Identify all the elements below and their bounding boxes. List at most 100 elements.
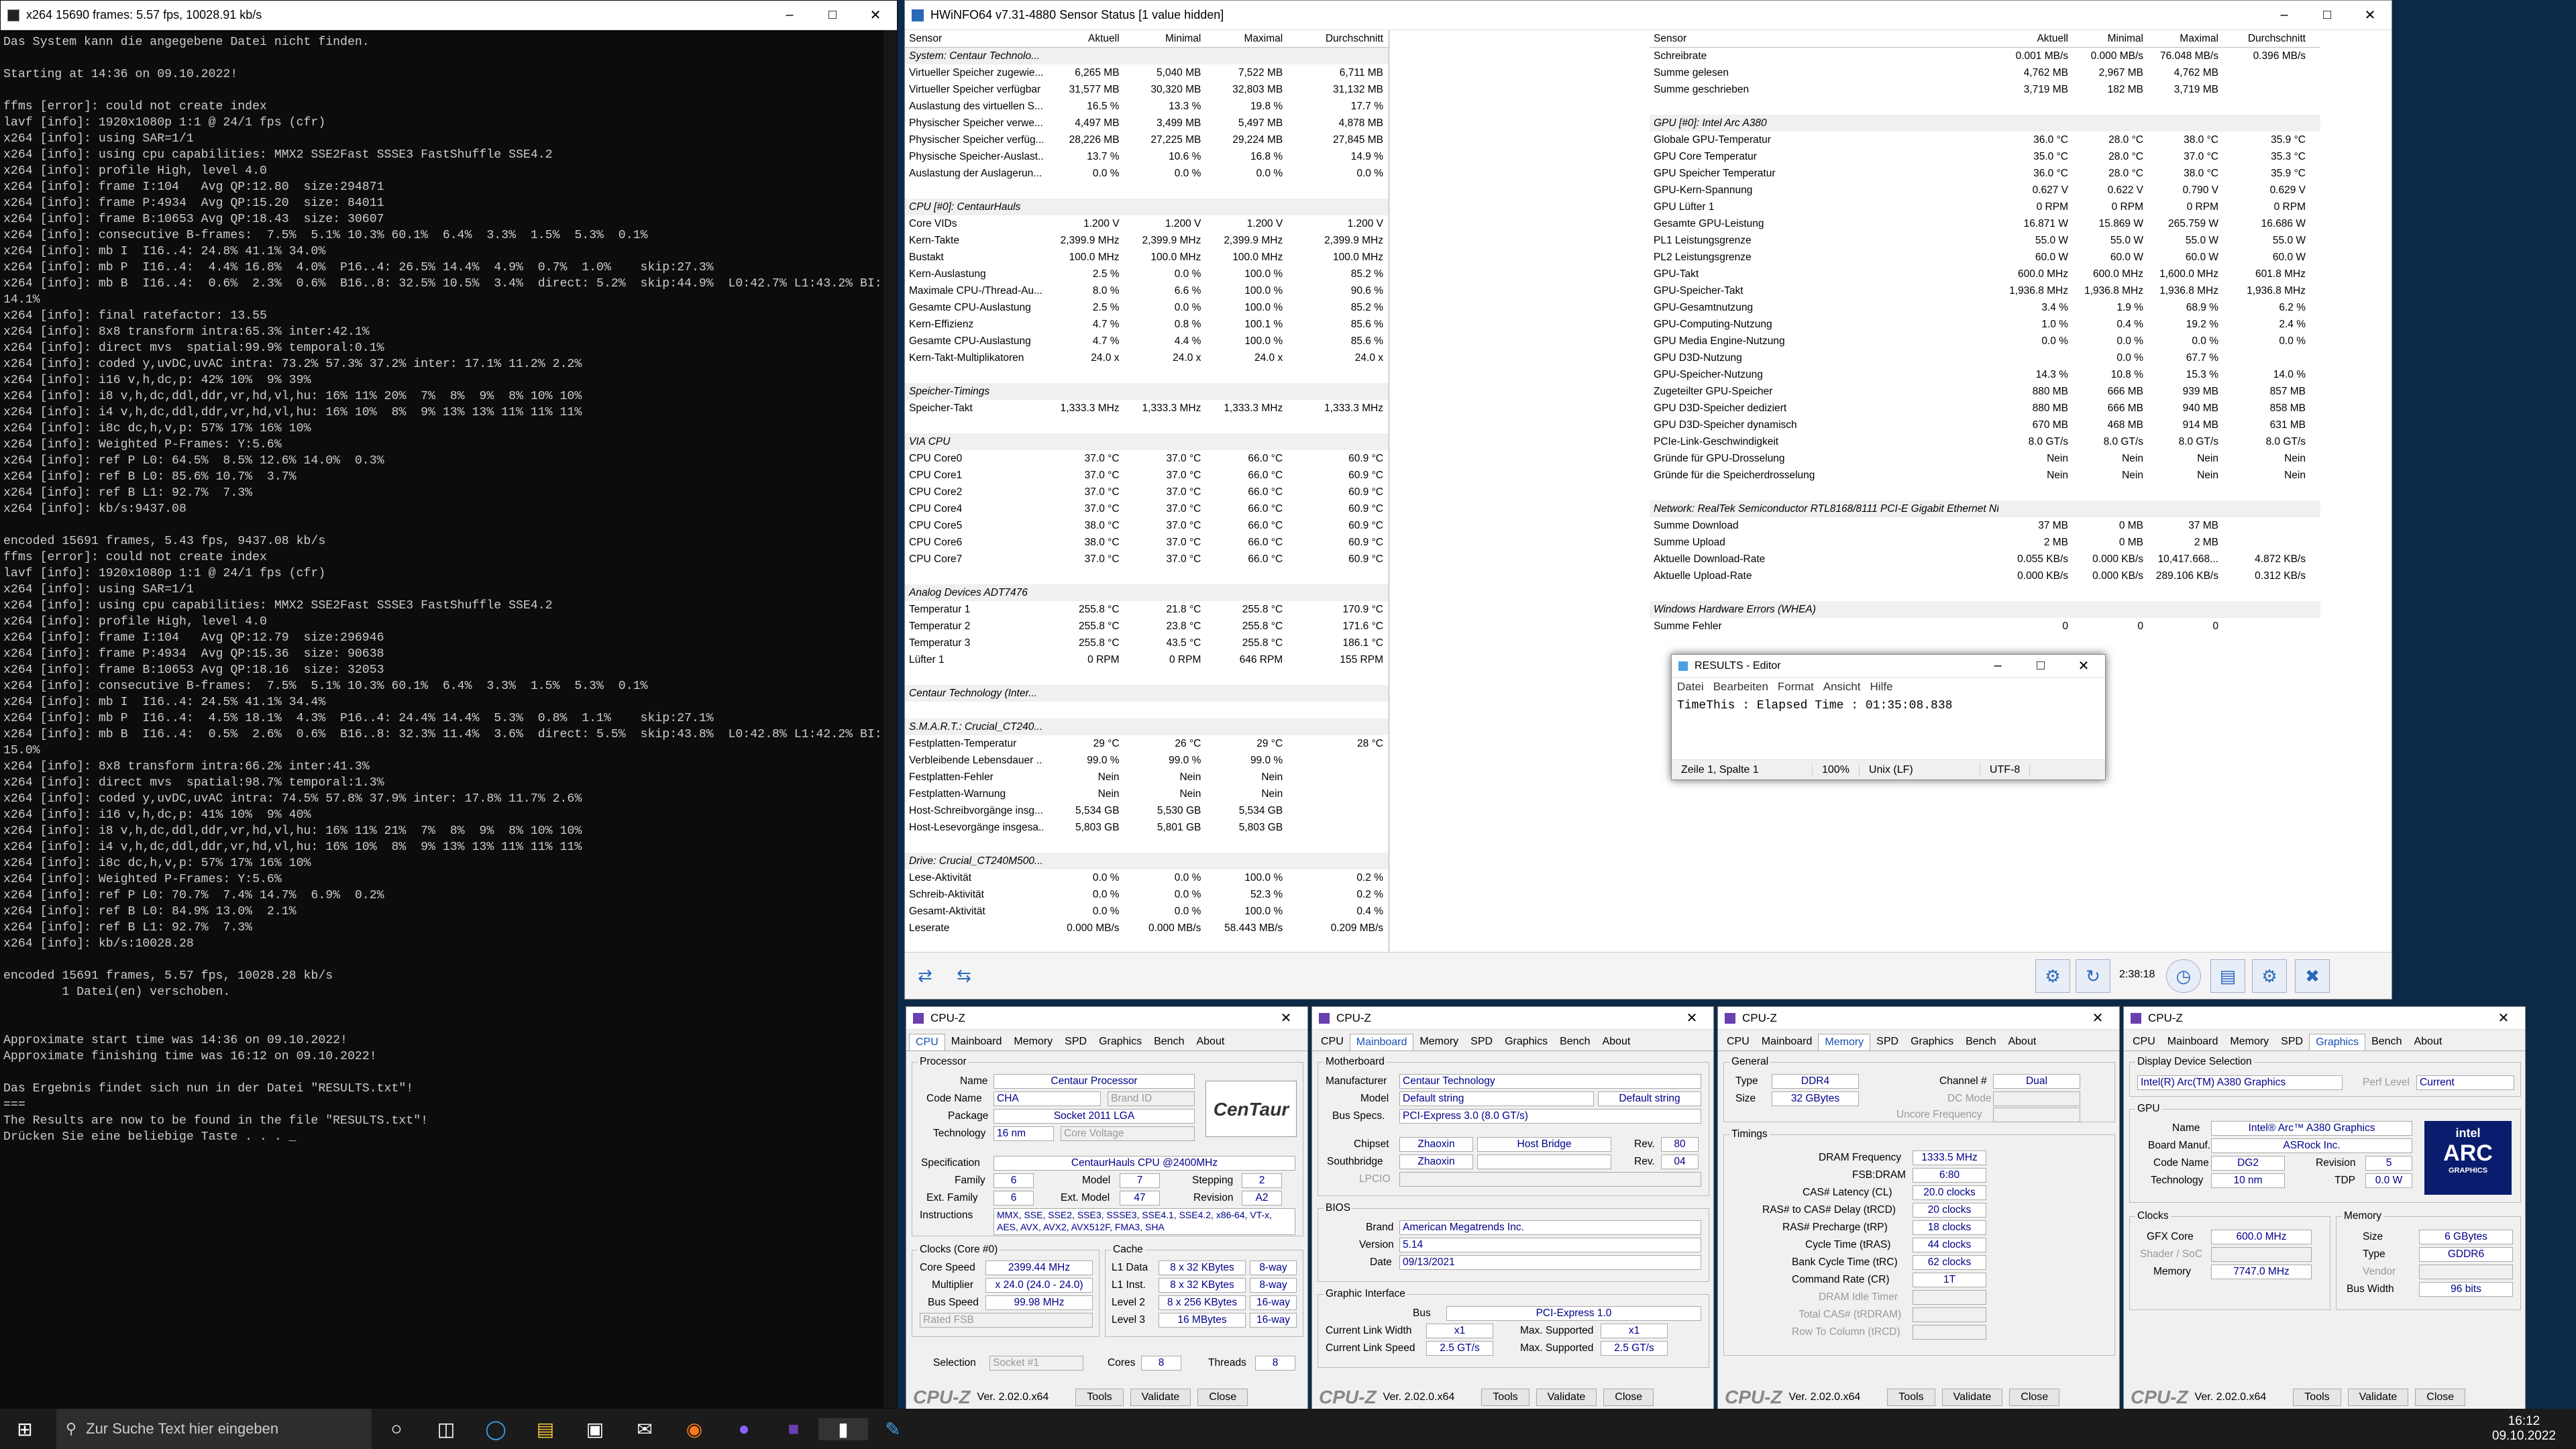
sensor-row[interactable]: GPU Speicher Temperatur 36.0 °C 28.0 °C 38.… xyxy=(1650,165,2320,182)
minimize-button[interactable]: – xyxy=(1976,658,2019,674)
tab-graphics[interactable]: Graphics xyxy=(1904,1034,1960,1051)
sensor-row[interactable]: Schreib-Aktivität 0.0 % 0.0 % 52.3 % 0.2 % xyxy=(905,886,1389,903)
sensor-row[interactable]: Summe Fehler 0 0 0 xyxy=(1650,618,2320,635)
validate-button[interactable]: Validate xyxy=(1536,1389,1597,1406)
hwinfo-taskbar-icon[interactable]: ● xyxy=(719,1418,769,1440)
sensor-row[interactable]: Auslastung des virtuellen S... 16.5 % 13.3… xyxy=(905,98,1389,115)
maximize-button[interactable]: □ xyxy=(811,7,854,23)
sensor-group[interactable]: Drive: Crucial_CT240M500... xyxy=(905,853,1389,869)
sensor-row[interactable]: GPU D3D-Nutzung 0.0 % 67.7 % xyxy=(1650,350,2320,366)
settings-icon[interactable]: ⚙ xyxy=(2252,959,2287,993)
sensor-row[interactable]: GPU Media Engine-Nutzung 0.0 % 0.0 % 0.0 % 0… xyxy=(1650,333,2320,350)
sensor-row[interactable] xyxy=(905,836,1389,853)
nav-right-icon[interactable]: ⇆ xyxy=(951,959,977,993)
tab-bench[interactable]: Bench xyxy=(1960,1034,2002,1051)
task-view-icon[interactable]: ◫ xyxy=(421,1418,471,1440)
cpuz-memory-window[interactable]: CPU-Z ✕ CPU Mainboard Memory SPD Graphics Benc… xyxy=(1717,1006,2120,1411)
sensor-row[interactable] xyxy=(1650,98,2320,115)
sensor-row[interactable]: PCIe-Link-Geschwindigkeit 8.0 GT/s 8.0 GT/… xyxy=(1650,433,2320,450)
sensor-row[interactable]: CPU Core4 37.0 °C 37.0 °C 66.0 °C 60.9 °C xyxy=(905,500,1389,517)
cpuz-titlebar[interactable]: CPU-Z ✕ xyxy=(1312,1007,1713,1030)
sensor-row[interactable]: Gesamte CPU-Auslastung 2.5 % 0.0 % 100.0 % 8… xyxy=(905,299,1389,316)
reset-icon[interactable]: ↻ xyxy=(2076,959,2110,993)
console-window[interactable]: x264 15690 frames: 5.57 fps, 10028.91 kb… xyxy=(0,0,898,1409)
sensor-row[interactable]: Gesamte GPU-Leistung 16.871 W 15.869 W 265.… xyxy=(1650,215,2320,232)
tab-cpu[interactable]: CPU xyxy=(2127,1034,2161,1051)
tab-graphics[interactable]: Graphics xyxy=(1499,1034,1554,1051)
mail-icon[interactable]: ✉ xyxy=(620,1418,669,1440)
cpuz-mainboard-window[interactable]: CPU-Z ✕ CPU Mainboard Memory SPD Graphics Benc… xyxy=(1311,1006,1714,1411)
menu-bearbeiten[interactable]: Bearbeiten xyxy=(1713,680,1768,693)
sensor-row[interactable]: Gründe für GPU-Drosselung Nein Nein Nein Nei… xyxy=(1650,450,2320,467)
tab-cpu[interactable]: CPU xyxy=(1315,1034,1350,1051)
sensor-row[interactable]: GPU Lüfter 10 RPM 0 RPM 0 RPM 0 RPM xyxy=(1650,199,2320,215)
sensor-row[interactable]: GPU D3D-Speicher dynamisch 670 MB 468 MB 91… xyxy=(1650,417,2320,433)
tab-about[interactable]: About xyxy=(2002,1034,2042,1051)
sensor-row[interactable] xyxy=(905,417,1389,433)
close-button[interactable]: Close xyxy=(1603,1389,1654,1406)
tools-button[interactable]: Tools xyxy=(1075,1389,1124,1406)
taskbar-search[interactable]: ⚲ Zur Suche Text hier eingeben xyxy=(56,1409,372,1449)
maximize-button[interactable]: □ xyxy=(2306,7,2349,23)
sensor-row[interactable]: Festplatten-Fehler Nein Nein Nein xyxy=(905,769,1389,786)
sensor-row[interactable]: Summe gelesen 4,762 MB 2,967 MB 4,762 MB xyxy=(1650,64,2320,81)
close-button[interactable]: Close xyxy=(2009,1389,2060,1406)
sensor-row[interactable]: Gesamt-Aktivität 0.0 % 0.0 % 100.0 % 0.4 % xyxy=(905,903,1389,920)
sensor-group[interactable]: Network: RealTek Semiconductor RTL8168/8… xyxy=(1650,500,2320,517)
tools-button[interactable]: Tools xyxy=(2293,1389,2341,1406)
menu-ansicht[interactable]: Ansicht xyxy=(1823,680,1861,693)
console-scrollbar[interactable] xyxy=(883,30,897,1408)
tab-graphics[interactable]: Graphics xyxy=(2309,1034,2366,1051)
validate-button[interactable]: Validate xyxy=(1941,1389,2003,1406)
tab-mainboard[interactable]: Mainboard xyxy=(1349,1034,1414,1051)
tab-about[interactable]: About xyxy=(1190,1034,1230,1051)
sensor-row[interactable]: Bustakt 100.0 MHz 100.0 MHz 100.0 MHz 100.0 … xyxy=(905,249,1389,266)
sensor-row[interactable]: Festplatten-Temperatur 29 °C 26 °C 29 °C 28 … xyxy=(905,735,1389,752)
socket-select[interactable]: Socket #1 xyxy=(989,1356,1083,1371)
sensor-row[interactable]: Kern-Takt-Multiplikatoren 24.0 x 24.0 x 24.… xyxy=(905,350,1389,366)
sensor-row[interactable]: Aktuelle Upload-Rate 0.000 KB/s 0.000 KB/s… xyxy=(1650,568,2320,584)
sensor-row[interactable]: Temperatur 3 255.8 °C 43.5 °C 255.8 °C 186.1… xyxy=(905,635,1389,651)
edge-icon[interactable]: ◯ xyxy=(471,1418,521,1440)
sensor-row[interactable] xyxy=(905,668,1389,685)
sensor-row[interactable]: Globale GPU-Temperatur 36.0 °C 28.0 °C 38.0… xyxy=(1650,131,2320,148)
sensor-row[interactable] xyxy=(1650,484,2320,500)
sensor-group[interactable]: Analog Devices ADT7476 xyxy=(905,584,1389,601)
sensor-row[interactable] xyxy=(905,568,1389,584)
sensor-row[interactable]: Aktuelle Download-Rate 0.055 KB/s 0.000 KB… xyxy=(1650,551,2320,568)
sensor-row[interactable]: Kern-Effizienz 4.7 % 0.8 % 100.1 % 85.6 % xyxy=(905,316,1389,333)
tab-memory[interactable]: Memory xyxy=(1818,1034,1871,1051)
sensor-row[interactable]: Festplatten-Warnung Nein Nein Nein xyxy=(905,786,1389,802)
hwinfo-titlebar[interactable]: HWiNFO64 v7.31-4880 Sensor Status [1 val… xyxy=(905,1,2392,30)
sensor-row[interactable]: PL2 Leistungsgrenze 60.0 W 60.0 W 60.0 W 60.… xyxy=(1650,249,2320,266)
sensor-row[interactable]: CPU Core5 38.0 °C 37.0 °C 66.0 °C 60.9 °C xyxy=(905,517,1389,534)
sensor-row[interactable]: Zugeteilter GPU-Speicher 880 MB 666 MB 939 … xyxy=(1650,383,2320,400)
sensor-group[interactable]: GPU [#0]: Intel Arc A380 xyxy=(1650,115,2320,131)
tab-cpu[interactable]: CPU xyxy=(1721,1034,1756,1051)
taskbar-clock[interactable]: 16:12 09.10.2022 xyxy=(2472,1414,2576,1444)
editor-titlebar[interactable]: RESULTS - Editor – □ ✕ xyxy=(1672,655,2105,678)
close-button[interactable]: ✕ xyxy=(2062,657,2105,674)
sensor-row[interactable]: Host-Lesevorgänge insgesa... 5,803 GB 5,80… xyxy=(905,819,1389,836)
sensor-row[interactable]: Summe geschrieben 3,719 MB 182 MB 3,719 MB xyxy=(1650,81,2320,98)
close-button[interactable]: ✕ xyxy=(1265,1010,1307,1026)
sensor-group[interactable]: Windows Hardware Errors (WHEA) xyxy=(1650,601,2320,618)
close-button[interactable]: ✕ xyxy=(2349,7,2392,23)
sensor-row[interactable]: CPU Core7 37.0 °C 37.0 °C 66.0 °C 60.9 °C xyxy=(905,551,1389,568)
sensor-row[interactable]: CPU Core6 38.0 °C 37.0 °C 66.0 °C 60.9 °C xyxy=(905,534,1389,551)
sensor-group[interactable]: Centaur Technology (Inter... xyxy=(905,685,1389,702)
sensor-group[interactable]: S.M.A.R.T.: Crucial_CT240... xyxy=(905,718,1389,735)
maximize-button[interactable]: □ xyxy=(2019,658,2062,674)
tab-about[interactable]: About xyxy=(2408,1034,2448,1051)
sensor-row[interactable]: GPU D3D-Speicher dediziert 880 MB 666 MB 94… xyxy=(1650,400,2320,417)
console-titlebar[interactable]: x264 15690 frames: 5.57 fps, 10028.91 kb… xyxy=(1,1,897,30)
tab-mainboard[interactable]: Mainboard xyxy=(945,1034,1008,1051)
sensor-row[interactable]: Physische Speicher-Auslast... 13.7 % 10.6 … xyxy=(905,148,1389,165)
sensor-row[interactable]: CPU Core1 37.0 °C 37.0 °C 66.0 °C 60.9 °C xyxy=(905,467,1389,484)
cpuz-titlebar[interactable]: CPU-Z ✕ xyxy=(906,1007,1307,1030)
sensor-row[interactable]: Leserate 0.000 MB/s 0.000 MB/s 58.443 MB/s 0… xyxy=(905,920,1389,936)
sensor-row[interactable]: Core VIDs 1.200 V 1.200 V 1.200 V 1.200 V xyxy=(905,215,1389,232)
sensor-row[interactable]: GPU Core Temperatur 35.0 °C 28.0 °C 37.0 °C… xyxy=(1650,148,2320,165)
sensor-row[interactable]: Auslastung der Auslagerun... 0.0 % 0.0 % 0.… xyxy=(905,165,1389,182)
clock-icon[interactable]: ◷ xyxy=(2166,959,2201,993)
